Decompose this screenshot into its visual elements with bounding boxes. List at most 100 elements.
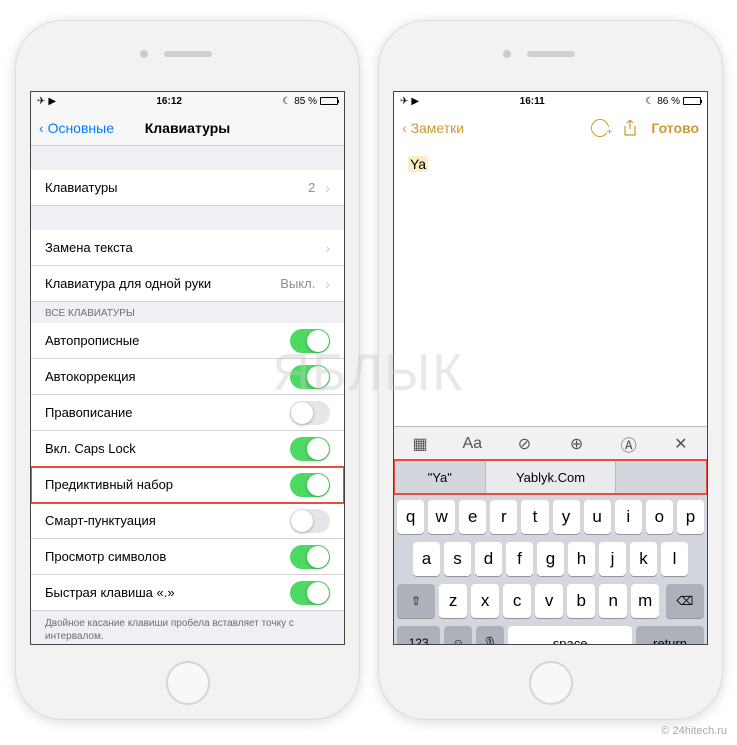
speaker (527, 51, 575, 57)
draw-icon[interactable]: Ⓐ (613, 432, 645, 456)
airplane-icon: ✈︎ (37, 96, 45, 107)
notes-back-button[interactable]: ‹ Заметки (402, 120, 464, 136)
key-s[interactable]: s (444, 542, 471, 576)
toggle-smart-punct[interactable] (290, 509, 330, 533)
key-c[interactable]: c (503, 584, 531, 618)
phone-left: ✈︎▶ 16:12 ☾85 % ‹ Основные Клавиатуры Кл… (15, 20, 360, 720)
row-value: 2 (308, 180, 315, 195)
mic-key[interactable]: 🎙 (476, 626, 504, 645)
key-i[interactable]: i (615, 500, 642, 534)
chevron-right-icon: › (325, 276, 330, 292)
nav-bar: ‹ Основные Клавиатуры (31, 110, 344, 146)
home-button[interactable] (529, 661, 573, 705)
row-label: Замена текста (45, 240, 133, 255)
battery-pct: 86 % (657, 96, 680, 107)
numbers-key[interactable]: 123 (397, 626, 440, 645)
backspace-key[interactable]: ⌫ (666, 584, 704, 618)
key-u[interactable]: u (584, 500, 611, 534)
toggle-auto-caps[interactable] (290, 329, 330, 353)
battery-pct: 85 % (294, 96, 317, 107)
key-d[interactable]: d (475, 542, 502, 576)
checklist-icon[interactable]: ⊘ (508, 434, 540, 454)
row-label: Просмотр символов (45, 549, 166, 564)
return-key[interactable]: return (636, 626, 704, 645)
dnd-icon: ☾ (282, 96, 291, 107)
camera-dot (503, 50, 511, 58)
wifi-icon: ▶ (411, 96, 419, 107)
row-label: Автопрописные (45, 333, 139, 348)
row-predictive: Предиктивный набор (31, 467, 344, 503)
back-button[interactable]: ‹ Основные (39, 120, 114, 136)
key-m[interactable]: m (631, 584, 659, 618)
key-e[interactable]: e (459, 500, 486, 534)
key-n[interactable]: n (599, 584, 627, 618)
prediction-2[interactable]: Yablyk.Com (485, 460, 615, 494)
key-j[interactable]: j (599, 542, 626, 576)
space-key[interactable]: space (508, 626, 632, 645)
note-editor[interactable]: Ya (394, 146, 707, 426)
table-icon[interactable]: ▦ (404, 434, 436, 454)
toggle-spell-check[interactable] (290, 401, 330, 425)
row-auto-correct: Автокоррекция (31, 359, 344, 395)
row-keyboards[interactable]: Клавиатуры 2 › (31, 170, 344, 206)
key-o[interactable]: o (646, 500, 673, 534)
row-label: Автокоррекция (45, 369, 136, 384)
collaborate-icon[interactable] (591, 119, 609, 137)
key-r[interactable]: r (490, 500, 517, 534)
key-q[interactable]: q (397, 500, 424, 534)
notes-nav: ‹ Заметки Готово (394, 110, 707, 146)
key-a[interactable]: a (413, 542, 440, 576)
key-z[interactable]: z (439, 584, 467, 618)
emoji-key[interactable]: ☺ (444, 626, 472, 645)
key-y[interactable]: y (553, 500, 580, 534)
toggle-auto-correct[interactable] (290, 365, 330, 389)
section-footer: Двойное касание клавиши пробела вставляе… (31, 611, 344, 645)
toggle-shortcut[interactable] (290, 581, 330, 605)
chevron-left-icon: ‹ (402, 120, 407, 136)
credit-text: © 24hitech.ru (661, 725, 727, 737)
wifi-icon: ▶ (48, 96, 56, 107)
toggle-predictive[interactable] (290, 473, 330, 497)
key-g[interactable]: g (537, 542, 564, 576)
key-x[interactable]: x (471, 584, 499, 618)
key-k[interactable]: k (630, 542, 657, 576)
share-icon[interactable] (623, 120, 637, 136)
row-smart-punct: Смарт-пунктуация (31, 503, 344, 539)
prediction-3[interactable] (616, 460, 707, 494)
row-one-hand[interactable]: Клавиатура для одной руки Выкл. › (31, 266, 344, 302)
key-t[interactable]: t (521, 500, 548, 534)
chevron-right-icon: › (325, 180, 330, 196)
row-label: Предиктивный набор (45, 477, 173, 492)
row-label: Клавиатура для одной руки (45, 276, 211, 291)
row-shortcut: Быстрая клавиша «.» (31, 575, 344, 611)
note-text: Ya (408, 156, 428, 172)
done-button[interactable]: Готово (651, 120, 699, 136)
row-text-replace[interactable]: Замена текста › (31, 230, 344, 266)
prediction-bar: "Ya" Yablyk.Com (394, 460, 707, 494)
row-label: Быстрая клавиша «.» (45, 585, 175, 600)
key-f[interactable]: f (506, 542, 533, 576)
key-b[interactable]: b (567, 584, 595, 618)
settings-screen: ✈︎▶ 16:12 ☾85 % ‹ Основные Клавиатуры Кл… (30, 91, 345, 645)
key-v[interactable]: v (535, 584, 563, 618)
airplane-icon: ✈︎ (400, 96, 408, 107)
speaker (164, 51, 212, 57)
key-l[interactable]: l (661, 542, 688, 576)
battery-icon (683, 97, 701, 105)
key-h[interactable]: h (568, 542, 595, 576)
status-time: 16:11 (520, 96, 545, 107)
close-icon[interactable]: ✕ (665, 434, 697, 454)
text-style-icon[interactable]: Aa (456, 435, 488, 453)
chevron-right-icon: › (325, 240, 330, 256)
section-header: ВСЕ КЛАВИАТУРЫ (31, 302, 344, 323)
add-icon[interactable]: ⊕ (561, 434, 593, 454)
row-spell-check: Правописание (31, 395, 344, 431)
home-button[interactable] (166, 661, 210, 705)
toggle-caps-lock[interactable] (290, 437, 330, 461)
toggle-char-preview[interactable] (290, 545, 330, 569)
shift-key[interactable]: ⇧ (397, 584, 435, 618)
phone-right: ✈︎▶ 16:11 ☾86 % ‹ Заметки Готово Ya ▦ Aa… (378, 20, 723, 720)
prediction-1[interactable]: "Ya" (394, 460, 485, 494)
key-w[interactable]: w (428, 500, 455, 534)
key-p[interactable]: p (677, 500, 704, 534)
